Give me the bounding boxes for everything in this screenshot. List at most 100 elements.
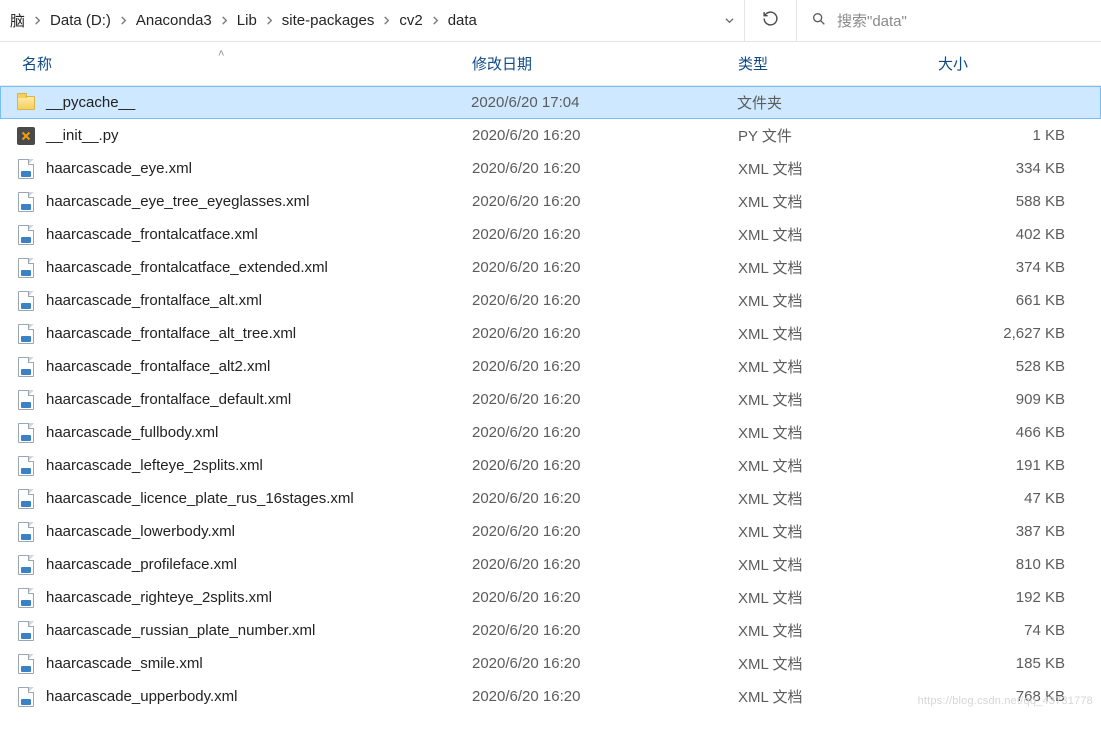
file-name: haarcascade_eye_tree_eyeglasses.xml xyxy=(46,193,310,210)
file-date: 2020/6/20 16:20 xyxy=(472,655,738,672)
sort-indicator-icon: ˄ xyxy=(218,48,224,60)
file-size: 387 KB xyxy=(938,523,1083,540)
column-header-type[interactable]: 类型 xyxy=(738,53,938,74)
file-date: 2020/6/20 16:20 xyxy=(472,292,738,309)
column-header-type-label: 类型 xyxy=(738,56,768,73)
file-name: haarcascade_righteye_2splits.xml xyxy=(46,589,272,606)
file-row[interactable]: haarcascade_frontalface_alt.xml 2020/6/20… xyxy=(0,284,1101,317)
file-name: haarcascade_russian_plate_number.xml xyxy=(46,622,315,639)
file-size: 528 KB xyxy=(938,358,1083,375)
chevron-right-icon[interactable] xyxy=(218,16,231,25)
file-size: 466 KB xyxy=(938,424,1083,441)
python-file-icon xyxy=(16,126,36,146)
file-row[interactable]: haarcascade_eye_tree_eyeglasses.xml 2020/… xyxy=(0,185,1101,218)
file-row[interactable]: haarcascade_russian_plate_number.xml2020… xyxy=(0,614,1101,647)
file-row[interactable]: haarcascade_profileface.xml2020/6/20 16:… xyxy=(0,548,1101,581)
chevron-right-icon[interactable] xyxy=(380,16,393,25)
file-date: 2020/6/20 16:20 xyxy=(472,226,738,243)
file-type: XML 文档 xyxy=(738,686,938,707)
breadcrumb-dropdown[interactable] xyxy=(714,0,744,41)
file-row[interactable]: haarcascade_frontalface_alt_tree.xml 2020… xyxy=(0,317,1101,350)
file-name: haarcascade_lowerbody.xml xyxy=(46,523,235,540)
refresh-button[interactable] xyxy=(744,0,796,41)
column-header-name-label: 名称 xyxy=(22,56,52,73)
file-size: 588 KB xyxy=(938,193,1083,210)
breadcrumb-segment[interactable]: cv2 xyxy=(393,0,428,41)
file-row[interactable]: haarcascade_lefteye_2splits.xml2020/6/20… xyxy=(0,449,1101,482)
file-row[interactable]: haarcascade_righteye_2splits.xml 2020/6/2… xyxy=(0,581,1101,614)
file-type: XML 文档 xyxy=(738,455,938,476)
file-row[interactable]: haarcascade_smile.xml2020/6/20 16:20XML … xyxy=(0,647,1101,680)
file-date: 2020/6/20 16:20 xyxy=(472,325,738,342)
file-size: 909 KB xyxy=(938,391,1083,408)
file-row[interactable]: __init__.py2020/6/20 16:20PY 文件1 KB xyxy=(0,119,1101,152)
file-type: XML 文档 xyxy=(738,158,938,179)
file-date: 2020/6/20 16:20 xyxy=(472,490,738,507)
xml-file-icon xyxy=(16,588,36,608)
file-row[interactable]: haarcascade_lowerbody.xml 2020/6/20 16:20… xyxy=(0,515,1101,548)
file-date: 2020/6/20 16:20 xyxy=(472,457,738,474)
breadcrumb-segment[interactable]: Lib xyxy=(231,0,263,41)
column-header-date[interactable]: 修改日期 xyxy=(472,53,738,74)
file-size: 192 KB xyxy=(938,589,1083,606)
file-name: haarcascade_smile.xml xyxy=(46,655,203,672)
file-date: 2020/6/20 16:20 xyxy=(472,259,738,276)
file-size: 810 KB xyxy=(938,556,1083,573)
file-row[interactable]: haarcascade_frontalface_default.xml2020/… xyxy=(0,383,1101,416)
column-header-name[interactable]: 名称 ˄ xyxy=(0,53,472,74)
file-type: XML 文档 xyxy=(738,290,938,311)
file-type: 文件夹 xyxy=(737,92,937,113)
breadcrumb-segment[interactable]: 脑 xyxy=(4,0,31,41)
xml-file-icon xyxy=(16,423,36,443)
file-name: haarcascade_frontalface_alt_tree.xml xyxy=(46,325,296,342)
file-type: XML 文档 xyxy=(738,389,938,410)
column-headers: 名称 ˄ 修改日期 类型 大小 xyxy=(0,42,1101,86)
column-header-size[interactable]: 大小 xyxy=(938,53,1083,74)
refresh-icon xyxy=(762,10,779,31)
search-input[interactable]: 搜索"data" xyxy=(796,0,1101,41)
file-row[interactable]: haarcascade_frontalcatface_extended.xml2… xyxy=(0,251,1101,284)
breadcrumb[interactable]: 脑 Data (D:) Anaconda3 Lib site-packages cv2 da… xyxy=(0,0,714,41)
column-header-date-label: 修改日期 xyxy=(472,56,532,73)
file-list: __pycache__2020/6/20 17:04文件夹__init__.py… xyxy=(0,86,1101,713)
file-date: 2020/6/20 16:20 xyxy=(472,358,738,375)
file-size: 191 KB xyxy=(938,457,1083,474)
xml-file-icon xyxy=(16,357,36,377)
chevron-right-icon[interactable] xyxy=(31,16,44,25)
xml-file-icon xyxy=(16,621,36,641)
file-date: 2020/6/20 16:20 xyxy=(472,193,738,210)
breadcrumb-segment[interactable]: Data (D:) xyxy=(44,0,117,41)
file-date: 2020/6/20 16:20 xyxy=(472,589,738,606)
file-row[interactable]: haarcascade_licence_plate_rus_16stages.x… xyxy=(0,482,1101,515)
column-header-size-label: 大小 xyxy=(938,56,968,73)
breadcrumb-segment[interactable]: Anaconda3 xyxy=(130,0,218,41)
file-size: 2,627 KB xyxy=(938,325,1083,342)
file-type: XML 文档 xyxy=(738,323,938,344)
file-name: haarcascade_fullbody.xml xyxy=(46,424,218,441)
file-type: XML 文档 xyxy=(738,224,938,245)
file-size: 334 KB xyxy=(938,160,1083,177)
chevron-right-icon[interactable] xyxy=(429,16,442,25)
file-row[interactable]: haarcascade_fullbody.xml2020/6/20 16:20X… xyxy=(0,416,1101,449)
file-name: haarcascade_upperbody.xml xyxy=(46,688,238,705)
file-row[interactable]: haarcascade_frontalface_alt2.xml2020/6/2… xyxy=(0,350,1101,383)
file-date: 2020/6/20 16:20 xyxy=(472,160,738,177)
chevron-right-icon[interactable] xyxy=(117,16,130,25)
file-row[interactable]: haarcascade_frontalcatface.xml2020/6/20 … xyxy=(0,218,1101,251)
file-date: 2020/6/20 16:20 xyxy=(472,523,738,540)
chevron-right-icon[interactable] xyxy=(263,16,276,25)
breadcrumb-segment[interactable]: site-packages xyxy=(276,0,381,41)
file-name: haarcascade_frontalface_default.xml xyxy=(46,391,291,408)
folder-row[interactable]: __pycache__2020/6/20 17:04文件夹 xyxy=(0,86,1101,119)
file-name: haarcascade_frontalface_alt.xml xyxy=(46,292,262,309)
xml-file-icon xyxy=(16,555,36,575)
file-size: 374 KB xyxy=(938,259,1083,276)
search-icon xyxy=(811,11,827,31)
xml-file-icon xyxy=(16,159,36,179)
file-type: XML 文档 xyxy=(738,422,938,443)
file-type: XML 文档 xyxy=(738,257,938,278)
file-type: XML 文档 xyxy=(738,554,938,575)
breadcrumb-segment[interactable]: data xyxy=(442,0,483,41)
file-name: haarcascade_licence_plate_rus_16stages.x… xyxy=(46,490,354,507)
file-row[interactable]: haarcascade_eye.xml2020/6/20 16:20XML 文档… xyxy=(0,152,1101,185)
